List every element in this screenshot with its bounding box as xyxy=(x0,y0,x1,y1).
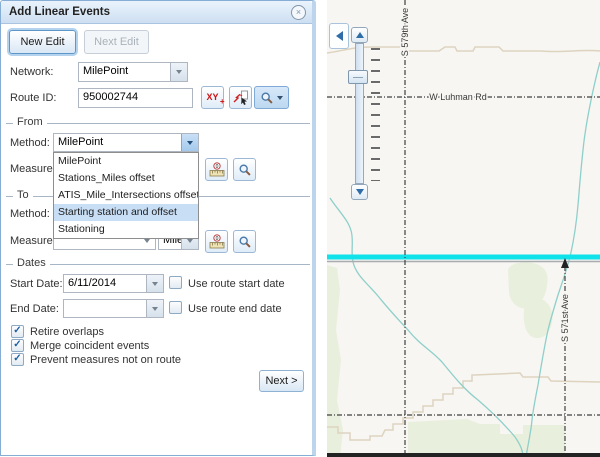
to-measure-label: Measure: xyxy=(10,235,56,247)
svg-text:0: 0 xyxy=(215,164,218,170)
close-icon[interactable]: × xyxy=(291,5,306,20)
next-button[interactable]: Next > xyxy=(259,370,304,392)
to-measure-on-map-button[interactable]: 0 xyxy=(205,230,228,253)
measure-ruler-icon: 0 xyxy=(209,234,225,250)
zoom-in-arrow-icon xyxy=(356,32,364,38)
app-window: W Luhman Rd S 579th Ave S 571st Ave Add … xyxy=(0,0,600,457)
map-canvas: W Luhman Rd S 579th Ave S 571st Ave xyxy=(327,0,600,457)
chevron-down-icon xyxy=(144,239,150,243)
network-combobox[interactable]: MilePoint xyxy=(78,62,188,82)
map-viewport[interactable]: W Luhman Rd S 579th Ave S 571st Ave xyxy=(327,0,600,457)
to-method-label: Method: xyxy=(10,208,50,220)
zoom-slider-track[interactable] xyxy=(355,43,364,184)
start-date-label: Start Date: xyxy=(10,278,63,290)
prevent-measures-checkbox[interactable]: ✓ xyxy=(11,353,24,366)
to-measure-search-button[interactable] xyxy=(233,230,256,253)
dropdown-option-stations-miles-offset[interactable]: Stations_Miles offset xyxy=(54,170,198,187)
from-method-value: MilePoint xyxy=(54,134,181,151)
method-dropdown-list: MilePoint Stations_Miles offset ATIS_Mil… xyxy=(53,152,199,239)
from-measure-label: Measure: xyxy=(10,163,56,175)
route-id-input[interactable]: 950002744 xyxy=(78,88,193,108)
network-label: Network: xyxy=(10,66,53,78)
dates-fieldset-legend: Dates xyxy=(6,258,310,270)
prevent-measures-label: Prevent measures not on route xyxy=(30,354,181,366)
use-route-end-date-checkbox[interactable] xyxy=(169,301,182,314)
panel-collapse-button[interactable] xyxy=(329,23,349,49)
from-method-combobox[interactable]: MilePoint xyxy=(53,133,199,152)
collapse-left-arrow-icon xyxy=(336,31,343,41)
next-edit-button[interactable]: Next Edit xyxy=(84,30,149,54)
road-label-w-luhman-rd: W Luhman Rd xyxy=(429,92,487,102)
use-route-end-date-label: Use route end date xyxy=(188,303,282,315)
map-bottom-edge xyxy=(327,453,600,457)
merge-coincident-events-label: Merge coincident events xyxy=(30,340,149,352)
dropdown-option-starting-station-and-offset[interactable]: Starting station and offset xyxy=(54,204,198,221)
from-method-dropdown-trigger[interactable] xyxy=(181,134,198,151)
chevron-down-icon xyxy=(152,282,158,286)
select-xy-button[interactable]: XY+ xyxy=(201,86,224,109)
svg-text:0: 0 xyxy=(215,236,218,242)
xy-icon: XY+ xyxy=(206,93,218,102)
use-route-start-date-checkbox[interactable] xyxy=(169,276,182,289)
chevron-down-icon xyxy=(152,307,158,311)
search-icon xyxy=(238,163,252,177)
add-linear-events-panel: Add Linear Events × New Edit Next Edit N… xyxy=(0,0,316,456)
network-dropdown-trigger[interactable] xyxy=(170,63,187,81)
from-method-label: Method: xyxy=(10,137,50,149)
merge-coincident-events-checkbox[interactable]: ✓ xyxy=(11,339,24,352)
panel-title: Add Linear Events xyxy=(1,1,312,23)
use-route-start-date-label: Use route start date xyxy=(188,278,285,290)
network-value: MilePoint xyxy=(79,63,170,81)
search-icon xyxy=(238,235,252,249)
from-fieldset-legend: From xyxy=(6,117,310,129)
check-icon: ✓ xyxy=(13,354,21,364)
panel-header: Add Linear Events × xyxy=(1,1,312,24)
end-date-combobox[interactable] xyxy=(63,299,164,318)
chevron-down-icon xyxy=(187,141,193,145)
start-date-combobox[interactable]: 6/11/2014 xyxy=(63,274,164,293)
end-date-value xyxy=(64,300,146,317)
zoom-out-button[interactable] xyxy=(351,184,368,200)
chevron-down-icon xyxy=(277,96,283,100)
measure-ruler-icon: 0 xyxy=(209,162,225,178)
from-measure-search-button[interactable] xyxy=(233,158,256,181)
chevron-down-icon xyxy=(176,70,182,74)
dropdown-option-atis-mile-intersections-offset[interactable]: ATIS_Mile_Intersections offset xyxy=(54,187,198,204)
route-id-label: Route ID: xyxy=(10,92,56,104)
zoom-slider-ticks xyxy=(371,48,380,181)
start-date-value: 6/11/2014 xyxy=(64,275,146,292)
road-label-s571st-ave: S 571st Ave xyxy=(560,294,570,342)
road-label-s579th-ave: S 579th Ave xyxy=(400,8,410,56)
end-date-label: End Date: xyxy=(10,303,59,315)
from-measure-on-map-button[interactable]: 0 xyxy=(205,158,228,181)
check-icon: ✓ xyxy=(13,340,21,350)
zoom-slider-handle[interactable] xyxy=(348,70,368,84)
zoom-out-arrow-icon xyxy=(356,189,364,195)
end-date-dropdown-trigger[interactable] xyxy=(146,300,163,317)
start-date-dropdown-trigger[interactable] xyxy=(146,275,163,292)
search-icon xyxy=(260,91,274,105)
retire-overlaps-checkbox[interactable]: ✓ xyxy=(11,325,24,338)
route-search-split-button[interactable] xyxy=(254,86,289,109)
chevron-down-icon xyxy=(187,239,193,243)
dropdown-option-stationing[interactable]: Stationing xyxy=(54,221,198,238)
zoom-in-button[interactable] xyxy=(351,27,368,43)
select-route-on-map-button[interactable] xyxy=(229,86,252,109)
check-icon: ✓ xyxy=(13,326,21,336)
retire-overlaps-label: Retire overlaps xyxy=(30,326,104,338)
dropdown-option-milepoint[interactable]: MilePoint xyxy=(54,153,198,170)
new-edit-button[interactable]: New Edit xyxy=(9,30,76,54)
select-route-icon xyxy=(233,90,249,106)
